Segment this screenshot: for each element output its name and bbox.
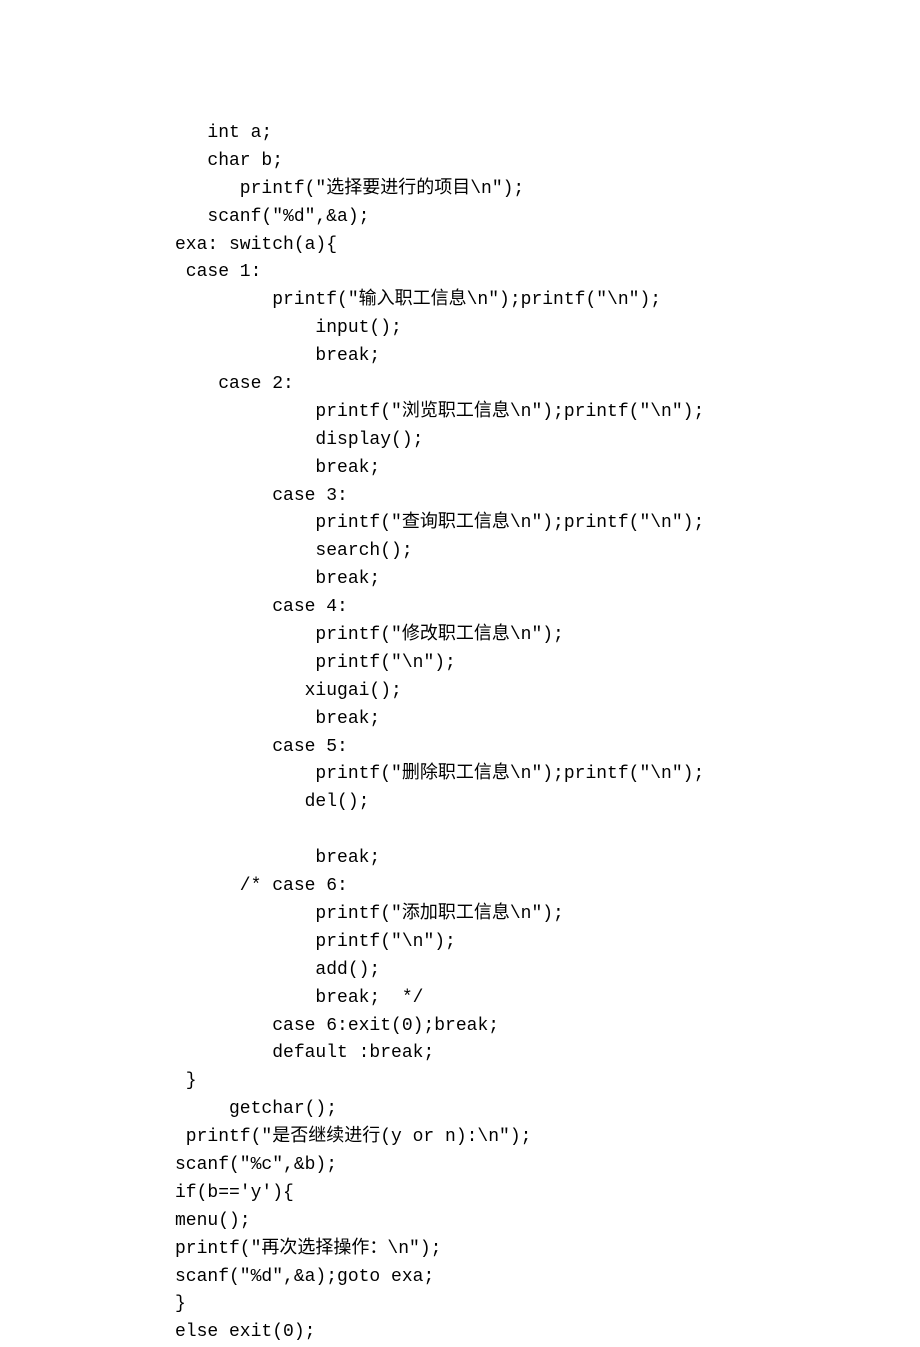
code-line: printf("修改职工信息\n"); <box>175 622 920 650</box>
code-line: exa: switch(a){ <box>175 232 920 260</box>
code-line: default :break; <box>175 1040 920 1068</box>
code-block: int a; char b; printf("选择要进行的项目\n"); sca… <box>175 120 920 1347</box>
code-line: del(); <box>175 789 920 817</box>
code-line: printf("输入职工信息\n");printf("\n"); <box>175 287 920 315</box>
code-line: case 3: <box>175 483 920 511</box>
code-line: case 1: <box>175 259 920 287</box>
code-line: break; */ <box>175 985 920 1013</box>
code-line: case 2: <box>175 371 920 399</box>
code-line: display(); <box>175 427 920 455</box>
code-line: break; <box>175 455 920 483</box>
code-line: case 5: <box>175 734 920 762</box>
code-line: printf("查询职工信息\n");printf("\n"); <box>175 510 920 538</box>
code-line: add(); <box>175 957 920 985</box>
code-line: printf("再次选择操作：\n"); <box>175 1236 920 1264</box>
code-line: break; <box>175 706 920 734</box>
code-line: search(); <box>175 538 920 566</box>
code-line: int a; <box>175 120 920 148</box>
code-line: printf("添加职工信息\n"); <box>175 901 920 929</box>
code-line: printf("删除职工信息\n");printf("\n"); <box>175 761 920 789</box>
code-line: } <box>175 1068 920 1096</box>
code-line: printf("\n"); <box>175 929 920 957</box>
code-line: case 6:exit(0);break; <box>175 1013 920 1041</box>
code-line: char b; <box>175 148 920 176</box>
code-line: /* case 6: <box>175 873 920 901</box>
code-line: printf("是否继续进行(y or n):\n"); <box>175 1124 920 1152</box>
code-line: menu(); <box>175 1208 920 1236</box>
code-line: if(b=='y'){ <box>175 1180 920 1208</box>
code-line: printf("选择要进行的项目\n"); <box>175 176 920 204</box>
code-line: scanf("%c",&b); <box>175 1152 920 1180</box>
code-line: } <box>175 1291 920 1319</box>
code-line: printf("浏览职工信息\n");printf("\n"); <box>175 399 920 427</box>
code-line: input(); <box>175 315 920 343</box>
code-line: xiugai(); <box>175 678 920 706</box>
code-line: break; <box>175 845 920 873</box>
code-line: printf("\n"); <box>175 650 920 678</box>
code-line: scanf("%d",&a);goto exa; <box>175 1264 920 1292</box>
code-line: getchar(); <box>175 1096 920 1124</box>
code-line: else exit(0); <box>175 1319 920 1347</box>
page-document: int a; char b; printf("选择要进行的项目\n"); sca… <box>0 0 920 1347</box>
code-line: case 4: <box>175 594 920 622</box>
code-line: break; <box>175 566 920 594</box>
code-line: break; <box>175 343 920 371</box>
code-line <box>175 817 920 845</box>
code-line: scanf("%d",&a); <box>175 204 920 232</box>
